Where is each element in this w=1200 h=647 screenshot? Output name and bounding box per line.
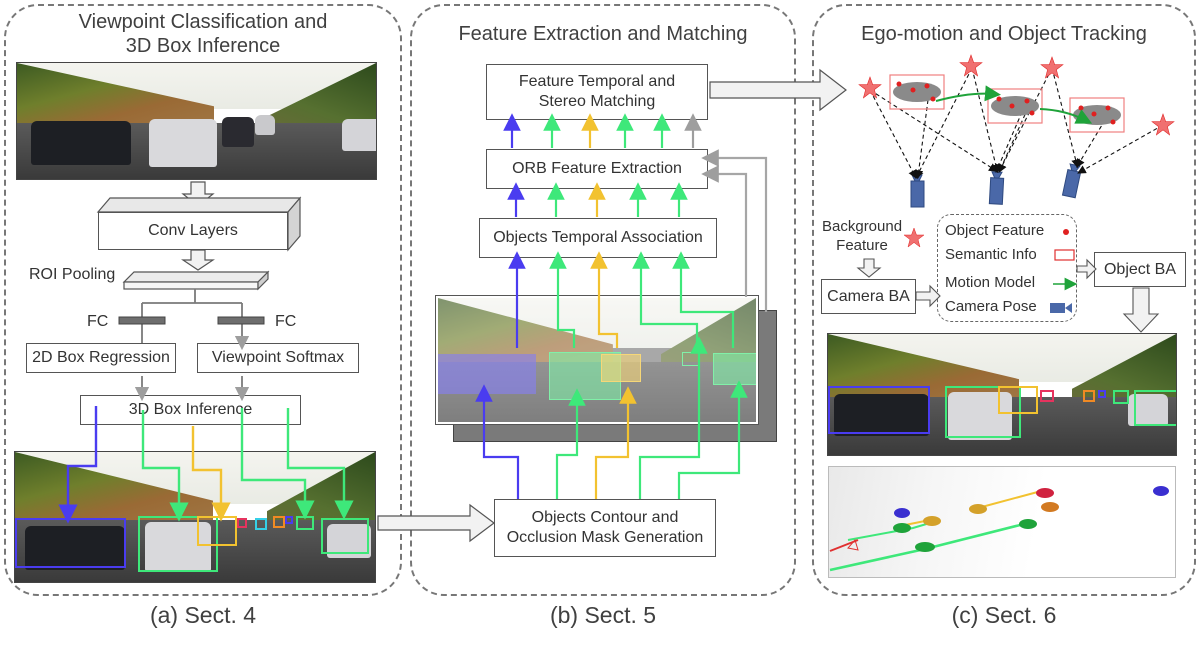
legend-object-feature: Object Feature [945,222,1045,239]
legend-semantic-info: Semantic Info [945,246,1037,263]
box-3d-inference-label: 3D Box Inference [128,401,253,418]
contour-mask-block: Objects Contour and Occlusion Mask Gener… [494,499,716,557]
contour-line2: Occlusion Mask Generation [506,529,704,546]
box-2d-regression: 2D Box Regression [26,343,176,373]
box-3d-inference: 3D Box Inference [80,395,301,425]
background-feature-label: Background Feature [822,217,902,255]
legend-camera-pose: Camera Pose [945,298,1037,315]
orb-extraction-block: ORB Feature Extraction [486,149,708,189]
panel-c-title: Ego-motion and Object Tracking [861,23,1147,45]
panel-b-title: Feature Extraction and Matching [458,23,748,45]
trajectory-map [828,466,1176,578]
panel-b-caption: (b) Sect. 5 [549,602,657,628]
temporal-association-label: Objects Temporal Association [493,229,703,246]
box-2d-regression-label: 2D Box Regression [32,349,170,366]
contour-line1: Objects Contour and [531,509,679,526]
fc-left-label: FC [87,313,109,330]
roi-pooling-label: ROI Pooling [29,266,116,283]
conv-layers-block: Conv Layers [98,212,288,250]
panel-c-caption: (c) Sect. 6 [951,602,1057,628]
legend-motion-model: Motion Model [945,274,1036,291]
camera-ba-block: Camera BA [821,279,916,314]
object-ba-block: Object BA [1094,252,1186,287]
panel-a-title-line1: Viewpoint Classification and [78,11,328,33]
feature-matching-line2: Stereo Matching [538,93,656,110]
viewpoint-softmax-label: Viewpoint Softmax [211,349,345,366]
temporal-association-block: Objects Temporal Association [479,218,717,258]
fc-right-label: FC [275,313,297,330]
tracking-result-image [827,333,1177,456]
panel-a-title-line2: 3D Box Inference [125,35,281,57]
panel-a-title: Viewpoint Classification and 3D Box Infe… [4,10,402,58]
conv-layers-label: Conv Layers [148,222,238,239]
feature-matching-block: Feature Temporal and Stereo Matching [486,64,708,120]
detection-result-image [14,451,376,583]
orb-extraction-label: ORB Feature Extraction [512,160,682,177]
input-road-image [16,62,377,180]
mask-image [436,296,758,424]
feature-matching-line1: Feature Temporal and [518,73,676,90]
object-ba-label: Object BA [1103,260,1177,278]
camera-ba-label: Camera BA [827,287,910,305]
background-feature-line2: Feature [836,237,888,254]
panel-a-caption: (a) Sect. 4 [149,602,257,628]
background-feature-line1: Background [822,218,903,235]
viewpoint-softmax: Viewpoint Softmax [197,343,359,373]
